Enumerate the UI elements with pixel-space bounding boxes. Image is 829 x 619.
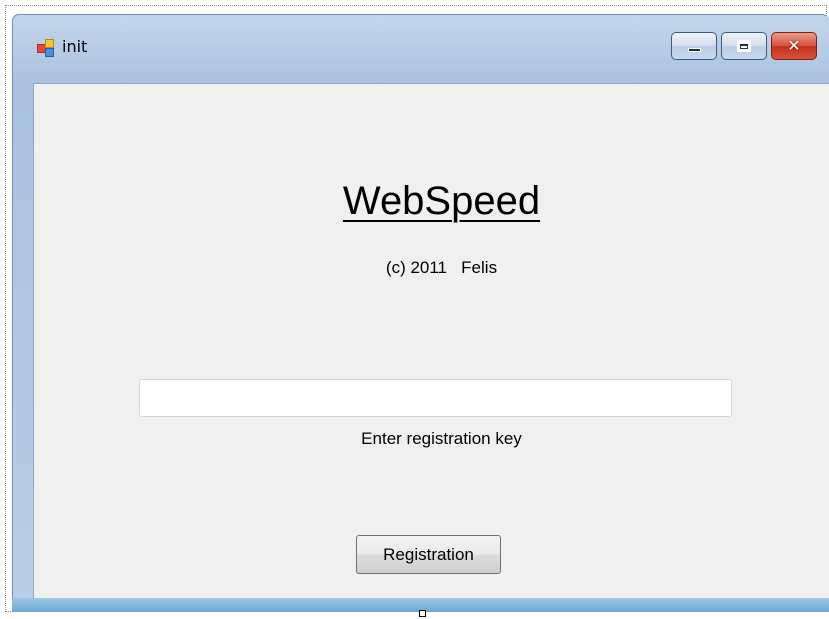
maximize-icon (737, 40, 751, 52)
form-window: init ✕ WebSpeed (c) 2011 Felis Enter reg… (12, 14, 829, 612)
maximize-button[interactable] (721, 32, 767, 60)
resize-handle[interactable] (419, 610, 426, 617)
registration-key-input[interactable] (139, 379, 732, 417)
registration-button[interactable]: Registration (356, 535, 501, 574)
registration-key-label: Enter registration key (361, 429, 522, 448)
close-button[interactable]: ✕ (771, 32, 817, 60)
designer-surface: init ✕ WebSpeed (c) 2011 Felis Enter reg… (0, 0, 829, 619)
minimize-icon (688, 48, 701, 52)
form-client-area: WebSpeed (c) 2011 Felis Enter registrati… (33, 83, 829, 600)
copyright-label: (c) 2011 Felis (385, 258, 498, 277)
minimize-button[interactable] (671, 32, 717, 60)
winforms-app-icon (37, 39, 55, 57)
caption-buttons: ✕ (671, 32, 817, 62)
title-bar[interactable]: init ✕ (13, 15, 829, 83)
close-icon: ✕ (787, 36, 801, 55)
window-title: init (62, 37, 88, 56)
app-title-label: WebSpeed (342, 179, 541, 223)
